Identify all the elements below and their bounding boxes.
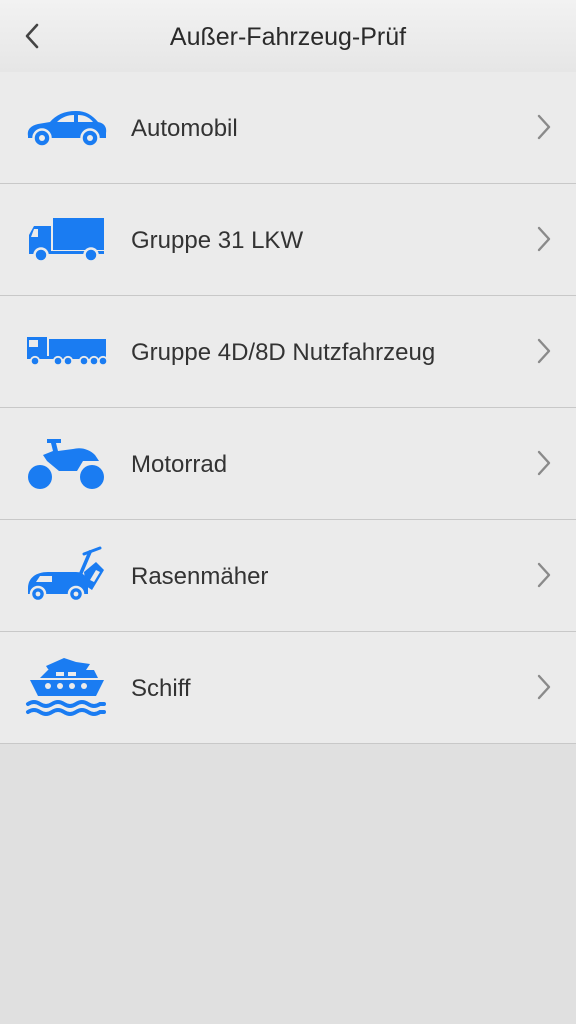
list-item-rasenmaeher[interactable]: Rasenmäher	[0, 520, 576, 632]
page-title: Außer-Fahrzeug-Prüf	[169, 23, 407, 51]
list-item-gruppe-4d-8d-nutzfahrzeug[interactable]: Gruppe 4D/8D Nutzfahrzeug	[0, 296, 576, 408]
list-item-label: Schiff	[131, 675, 191, 702]
truck-icon	[22, 208, 110, 270]
list-item-label: Motorrad	[131, 451, 228, 478]
list-item-label: Rasenmäher	[131, 563, 269, 590]
app-header: Außer-Fahrzeug-Prüf	[0, 0, 576, 73]
chevron-right-icon	[537, 338, 551, 364]
list-item-motorrad[interactable]: Motorrad	[0, 408, 576, 520]
motorcycle-icon	[22, 432, 110, 494]
chevron-right-icon	[537, 450, 551, 476]
list-item-label: Gruppe 4D/8D Nutzfahrzeug	[131, 339, 436, 366]
lawn-mower-icon	[22, 544, 110, 606]
chevron-right-icon	[537, 674, 551, 700]
list-item-schiff[interactable]: Schiff	[0, 632, 576, 744]
list-item-label: Automobil	[131, 115, 238, 142]
list-item-gruppe-31-lkw[interactable]: Gruppe 31 LKW	[0, 184, 576, 296]
chevron-right-icon	[537, 114, 551, 140]
car-icon	[22, 96, 110, 158]
chevron-right-icon	[537, 226, 551, 252]
semi-truck-icon	[22, 320, 110, 382]
ship-icon	[22, 656, 110, 718]
list-item-label: Gruppe 31 LKW	[131, 227, 304, 254]
list-item-automobil[interactable]: Automobil	[0, 72, 576, 184]
chevron-right-icon	[537, 562, 551, 588]
vehicle-list: Automobil Gruppe 31 LKW Gruppe 4D/8D Nut…	[0, 72, 576, 744]
